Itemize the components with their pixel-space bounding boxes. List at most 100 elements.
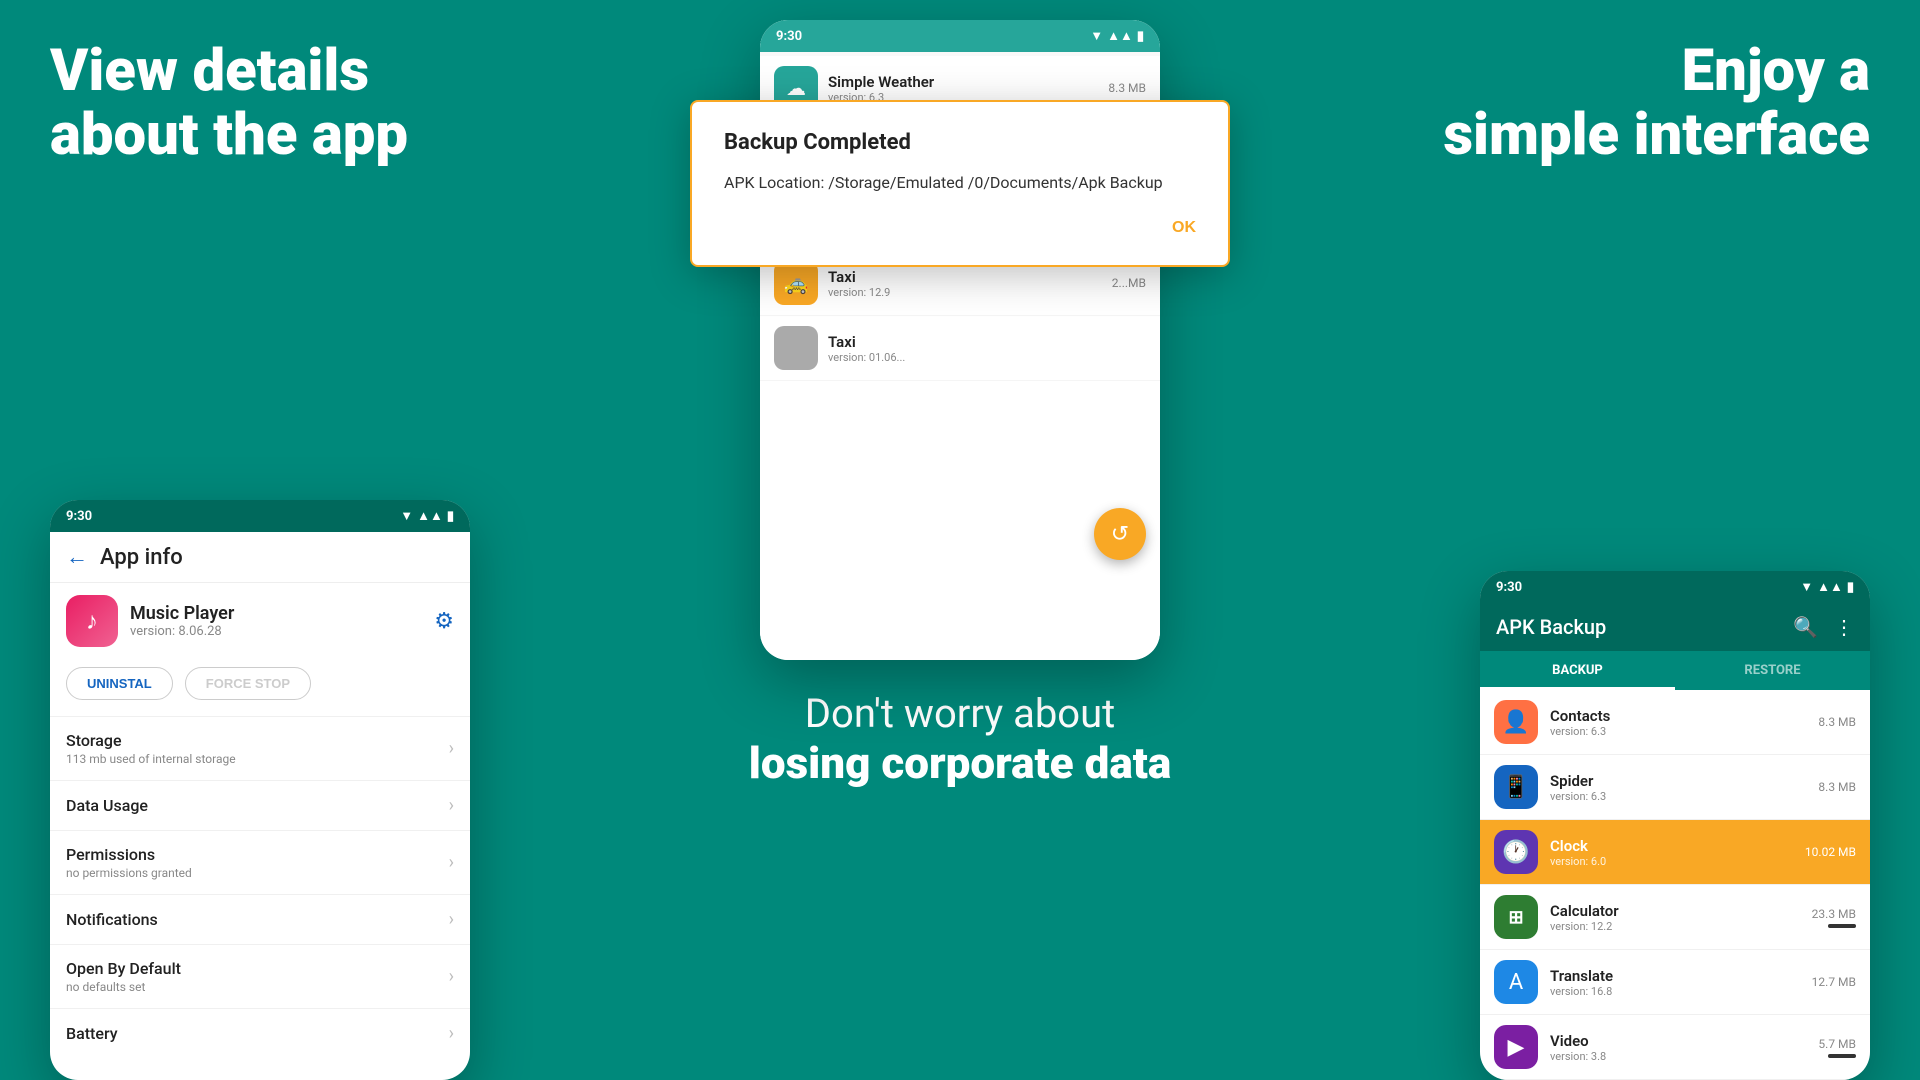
refresh-fab-button[interactable]: ↺ bbox=[1094, 508, 1146, 560]
right-toolbar: APK Backup 🔍 ⋮ bbox=[1480, 603, 1870, 651]
chevron-right-icon: › bbox=[449, 966, 454, 987]
wifi-icon: ▼ bbox=[400, 508, 413, 524]
left-status-icons: ▼ ▲▲ ▮ bbox=[400, 508, 454, 524]
video-icon: ▶ bbox=[1494, 1025, 1538, 1069]
battery-icon: ▮ bbox=[1847, 580, 1854, 595]
app-row-translate: A Translate version: 16.8 12.7 MB bbox=[1480, 950, 1870, 1015]
video-bar bbox=[1828, 1054, 1856, 1058]
signal-icon: ▲▲ bbox=[417, 508, 443, 524]
app-info-item: ♪ Music Player version: 8.06.28 ⚙ bbox=[50, 583, 470, 659]
video-size: 5.7 MB bbox=[1818, 1037, 1856, 1051]
left-headline-line1: View details bbox=[50, 37, 369, 105]
right-headline: Enjoy a simple interface bbox=[1443, 40, 1870, 168]
left-headline: View details about the app bbox=[50, 40, 408, 168]
battery-icon: ▮ bbox=[447, 509, 454, 524]
app-version: version: 8.06.28 bbox=[130, 624, 234, 639]
back-arrow-icon[interactable]: ← bbox=[66, 544, 88, 570]
chevron-right-icon: › bbox=[449, 909, 454, 930]
tab-backup[interactable]: BACKUP bbox=[1480, 651, 1675, 690]
right-status-icons: ▼ ▲▲ ▮ bbox=[1800, 579, 1854, 595]
contacts-size: 8.3 MB bbox=[1818, 715, 1856, 729]
dialog-title: Backup Completed bbox=[724, 130, 1196, 155]
center-status-icons: ▼ ▲▲ ▮ bbox=[1090, 28, 1144, 44]
bottom-line2: losing corporate data bbox=[749, 737, 1171, 789]
search-icon[interactable]: 🔍 bbox=[1793, 615, 1818, 639]
contacts-name: Contacts bbox=[1550, 707, 1610, 725]
tab-restore[interactable]: RESTORE bbox=[1675, 651, 1870, 690]
left-toolbar: ← App info bbox=[50, 532, 470, 583]
right-time: 9:30 bbox=[1496, 580, 1522, 595]
app-name: Music Player bbox=[130, 603, 234, 624]
notifications-label: Notifications bbox=[66, 910, 158, 929]
app-info-title: App info bbox=[100, 545, 183, 570]
menu-item-battery[interactable]: Battery › bbox=[50, 1008, 470, 1058]
chevron-right-icon: › bbox=[449, 795, 454, 816]
translate-size: 12.7 MB bbox=[1812, 975, 1856, 989]
right-panel: Enjoy a simple interface 9:30 ▼ ▲▲ ▮ APK… bbox=[1360, 0, 1920, 1080]
dialog-body: APK Location: /Storage/Emulated /0/Docum… bbox=[724, 171, 1196, 195]
calculator-size: 23.3 MB bbox=[1812, 907, 1856, 921]
menu-item-data-usage[interactable]: Data Usage › bbox=[50, 780, 470, 830]
app-info-text: Music Player version: 8.06.28 bbox=[130, 603, 234, 639]
calculator-version: version: 12.2 bbox=[1550, 920, 1619, 933]
app-row-video: ▶ Video version: 3.8 5.7 MB bbox=[1480, 1015, 1870, 1080]
signal-icon: ▲▲ bbox=[1107, 28, 1133, 44]
menu-items-list: Storage 113 mb used of internal storage … bbox=[50, 716, 470, 1058]
unknown-app-icon bbox=[774, 326, 818, 370]
spider-size: 8.3 MB bbox=[1818, 780, 1856, 794]
dialog-ok-area: OK bbox=[724, 219, 1196, 237]
left-panel: View details about the app 9:30 ▼ ▲▲ ▮ ←… bbox=[0, 0, 560, 1080]
left-time: 9:30 bbox=[66, 509, 92, 524]
apk-backup-title: APK Backup bbox=[1496, 615, 1606, 639]
right-headline-line1: Enjoy a bbox=[1682, 37, 1870, 105]
video-version: version: 3.8 bbox=[1550, 1050, 1606, 1063]
right-headline-line2: simple interface bbox=[1443, 101, 1870, 169]
app-list-item-taxi2: Taxi version: 01.06... bbox=[760, 316, 1160, 381]
settings-gear-icon[interactable]: ⚙ bbox=[434, 609, 454, 634]
dialog-box: Backup Completed APK Location: /Storage/… bbox=[690, 100, 1230, 267]
app-row-clock: 🕐 Clock version: 6.0 10.02 MB bbox=[1480, 820, 1870, 885]
app-row-spider: 📱 Spider version: 6.3 8.3 MB bbox=[1480, 755, 1870, 820]
calculator-name: Calculator bbox=[1550, 902, 1619, 920]
taxi-app-icon: 🚕 bbox=[774, 261, 818, 305]
center-phone-mockup: 9:30 ▼ ▲▲ ▮ ☁ Simple Weather version: 6.… bbox=[760, 20, 1160, 660]
menu-item-open-by-default[interactable]: Open By Default no defaults set › bbox=[50, 944, 470, 1008]
chevron-right-icon: › bbox=[449, 852, 454, 873]
video-name: Video bbox=[1550, 1032, 1606, 1050]
left-status-bar: 9:30 ▼ ▲▲ ▮ bbox=[50, 500, 470, 532]
chevron-right-icon: › bbox=[449, 1023, 454, 1044]
spider-icon: 📱 bbox=[1494, 765, 1538, 809]
music-player-icon: ♪ bbox=[66, 595, 118, 647]
force-stop-button[interactable]: FORCE STOP bbox=[185, 667, 311, 700]
left-phone-mockup: 9:30 ▼ ▲▲ ▮ ← App info ♪ Music Player ve… bbox=[50, 500, 470, 1080]
menu-item-notifications[interactable]: Notifications › bbox=[50, 894, 470, 944]
wifi-icon: ▼ bbox=[1800, 579, 1813, 595]
spider-name: Spider bbox=[1550, 772, 1606, 790]
backup-tab-label: BACKUP bbox=[1552, 663, 1603, 678]
toolbar-action-icons: 🔍 ⋮ bbox=[1793, 615, 1854, 639]
spider-version: version: 6.3 bbox=[1550, 790, 1606, 803]
signal-icon: ▲▲ bbox=[1817, 579, 1843, 595]
calculator-bar bbox=[1828, 924, 1856, 928]
menu-item-storage[interactable]: Storage 113 mb used of internal storage … bbox=[50, 716, 470, 780]
tab-bar: BACKUP RESTORE bbox=[1480, 651, 1870, 690]
battery-icon: ▮ bbox=[1137, 29, 1144, 44]
chevron-right-icon: › bbox=[449, 738, 454, 759]
clock-version: version: 6.0 bbox=[1550, 855, 1606, 868]
clock-size: 10.02 MB bbox=[1805, 845, 1856, 859]
translate-name: Translate bbox=[1550, 967, 1613, 985]
backup-completed-dialog: Backup Completed APK Location: /Storage/… bbox=[690, 100, 1230, 267]
bottom-line1: Don't worry about bbox=[749, 690, 1171, 737]
right-phone-mockup: 9:30 ▼ ▲▲ ▮ APK Backup 🔍 ⋮ BACKUP RESTOR… bbox=[1480, 571, 1870, 1080]
clock-icon: 🕐 bbox=[1494, 830, 1538, 874]
restore-tab-label: RESTORE bbox=[1744, 663, 1800, 678]
dialog-ok-button[interactable]: OK bbox=[1172, 219, 1196, 237]
menu-item-permissions[interactable]: Permissions no permissions granted › bbox=[50, 830, 470, 894]
more-options-icon[interactable]: ⋮ bbox=[1834, 615, 1854, 639]
uninstall-button[interactable]: UNINSTAL bbox=[66, 667, 173, 700]
center-status-bar: 9:30 ▼ ▲▲ ▮ bbox=[760, 20, 1160, 52]
center-bottom-text: Don't worry about losing corporate data bbox=[729, 690, 1191, 789]
translate-icon: A bbox=[1494, 960, 1538, 1004]
contacts-icon: 👤 bbox=[1494, 700, 1538, 744]
wifi-icon: ▼ bbox=[1090, 28, 1103, 44]
